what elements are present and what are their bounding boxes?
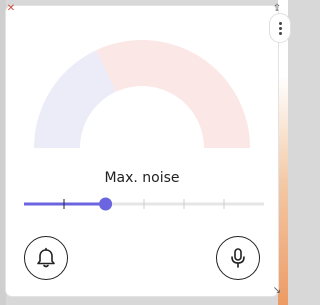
bell-button[interactable] <box>24 236 68 280</box>
noise-gauge <box>34 40 250 148</box>
more-dot <box>278 21 282 25</box>
noise-slider[interactable] <box>24 194 264 214</box>
resize-arrow-icon[interactable]: ↘ <box>270 284 284 298</box>
more-dot <box>278 26 282 30</box>
close-icon[interactable]: ✕ <box>4 2 18 16</box>
max-noise-label: Max. noise <box>104 170 180 186</box>
noise-card: ✕ ⇪ ↘ Max. noise <box>6 4 290 296</box>
background-right-edge <box>278 0 288 305</box>
more-options-button[interactable] <box>270 14 290 42</box>
microphone-icon <box>231 248 245 268</box>
gauge-segment-1 <box>96 40 250 148</box>
more-dot <box>278 31 282 35</box>
slider-thumb[interactable] <box>99 197 113 211</box>
bell-icon <box>37 247 55 268</box>
microphone-button[interactable] <box>216 236 260 280</box>
